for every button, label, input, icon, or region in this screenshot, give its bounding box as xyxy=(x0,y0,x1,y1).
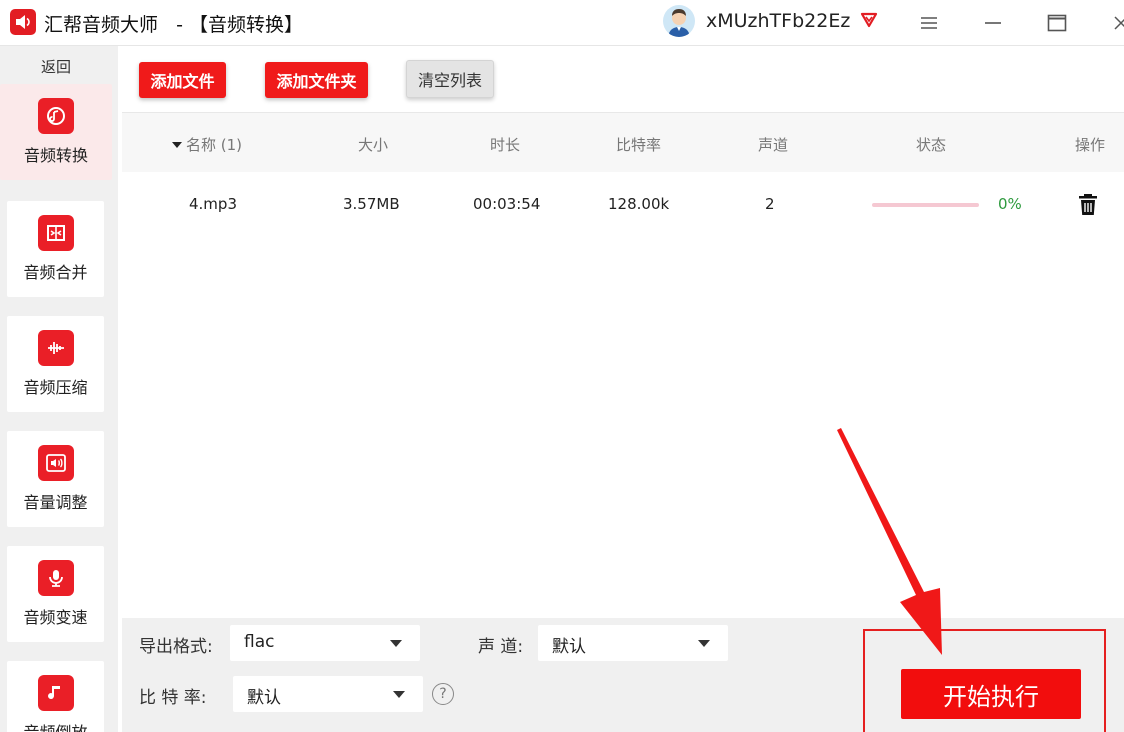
row-duration: 00:03:54 xyxy=(473,195,541,213)
audio-convert-icon xyxy=(38,98,74,134)
sidebar-item-label: 音频压缩 xyxy=(23,378,88,397)
sidebar-item-volume-adjust[interactable]: 音量调整 xyxy=(7,431,104,527)
audio-speed-icon xyxy=(38,560,74,596)
volume-adjust-icon xyxy=(38,445,74,481)
chevron-down-icon xyxy=(698,640,710,647)
sidebar-item-audio-convert[interactable]: 音频转换 xyxy=(0,84,112,180)
channel-select[interactable]: 默认 xyxy=(538,625,728,661)
sidebar-item-audio-compress[interactable]: 音频压缩 xyxy=(7,316,104,412)
start-button[interactable]: 开始执行 xyxy=(901,669,1081,719)
sidebar-item-audio-reverse[interactable]: 音频倒放 xyxy=(7,661,104,732)
column-duration-header[interactable]: 时长 xyxy=(490,134,520,155)
output-settings: 导出格式: flac 声 道: 默认 比 特 率: 默认 ? 开始执行 xyxy=(122,618,1124,732)
column-status-header: 状态 xyxy=(916,136,947,154)
sidebar-item-label: 音量调整 xyxy=(23,493,88,512)
audio-reverse-icon xyxy=(38,675,74,711)
bitrate-label: 比 特 率: xyxy=(139,688,207,708)
user-name[interactable]: xMUzhTFb22Ez xyxy=(706,10,850,32)
chevron-down-icon xyxy=(390,640,402,647)
trash-icon[interactable] xyxy=(1077,192,1099,216)
column-action-header: 操作 xyxy=(1075,136,1106,154)
format-value: flac xyxy=(244,632,275,652)
audio-compress-icon xyxy=(38,330,74,366)
column-channels-header[interactable]: 声道 xyxy=(758,134,788,155)
column-bitrate-header[interactable]: 比特率 xyxy=(616,134,661,155)
sidebar-item-label: 音频转换 xyxy=(23,146,88,165)
bitrate-select[interactable]: 默认 xyxy=(233,676,423,712)
progress-bar xyxy=(872,203,979,207)
close-icon[interactable] xyxy=(1108,10,1124,36)
sidebar: 返回 音频转换 音频合并 音频压缩 音量调整 音频变速 音频倒放 xyxy=(0,46,118,732)
audio-merge-icon xyxy=(38,215,74,251)
back-link[interactable]: 返回 xyxy=(0,56,112,77)
user-avatar[interactable] xyxy=(663,5,695,37)
format-select[interactable]: flac xyxy=(230,625,420,661)
bitrate-value: 默认 xyxy=(247,688,281,708)
clear-list-button[interactable]: 清空列表 xyxy=(406,60,494,98)
row-file-size: 3.57MB xyxy=(343,195,400,213)
sort-caret-icon xyxy=(172,142,182,148)
menu-icon[interactable] xyxy=(916,10,942,36)
channel-value: 默认 xyxy=(552,637,586,657)
vip-diamond-icon[interactable] xyxy=(858,8,880,30)
title-bar: 汇帮音频大师 - 【音频转换】 xMUzhTFb22Ez xyxy=(0,0,1124,46)
chevron-down-icon xyxy=(393,691,405,698)
row-bitrate: 128.00k xyxy=(608,195,670,213)
help-icon[interactable]: ? xyxy=(432,683,454,705)
sidebar-item-audio-merge[interactable]: 音频合并 xyxy=(7,201,104,297)
toolbar: 添加文件 添加文件夹 清空列表 xyxy=(122,46,1124,112)
maximize-icon[interactable] xyxy=(1044,10,1070,36)
sidebar-item-label: 音频倒放 xyxy=(7,719,104,732)
sidebar-item-audio-speed[interactable]: 音频变速 xyxy=(7,546,104,642)
sidebar-item-label: 音频合并 xyxy=(23,263,88,282)
window-title: 汇帮音频大师 - 【音频转换】 xyxy=(44,14,304,36)
add-file-button[interactable]: 添加文件 xyxy=(139,62,226,98)
sidebar-item-label: 音频变速 xyxy=(23,608,88,627)
channel-label: 声 道: xyxy=(478,637,524,657)
app-logo-icon xyxy=(10,9,36,35)
column-name-header[interactable]: 名称 (1) xyxy=(172,134,242,155)
row-file-name: 4.mp3 xyxy=(189,195,237,213)
column-size-header[interactable]: 大小 xyxy=(358,134,388,155)
row-channels: 2 xyxy=(765,195,775,213)
add-folder-button[interactable]: 添加文件夹 xyxy=(265,62,368,98)
table-header: 名称 (1) 大小 时长 比特率 声道 状态 操作 xyxy=(122,112,1124,172)
progress-percent: 0% xyxy=(998,195,1022,213)
file-table: 名称 (1) 大小 时长 比特率 声道 状态 操作 4.mp3 3.57MB 0… xyxy=(122,112,1124,618)
column-name-label: 名称 (1) xyxy=(186,136,243,154)
format-label: 导出格式: xyxy=(139,637,213,657)
minimize-icon[interactable] xyxy=(980,10,1006,36)
